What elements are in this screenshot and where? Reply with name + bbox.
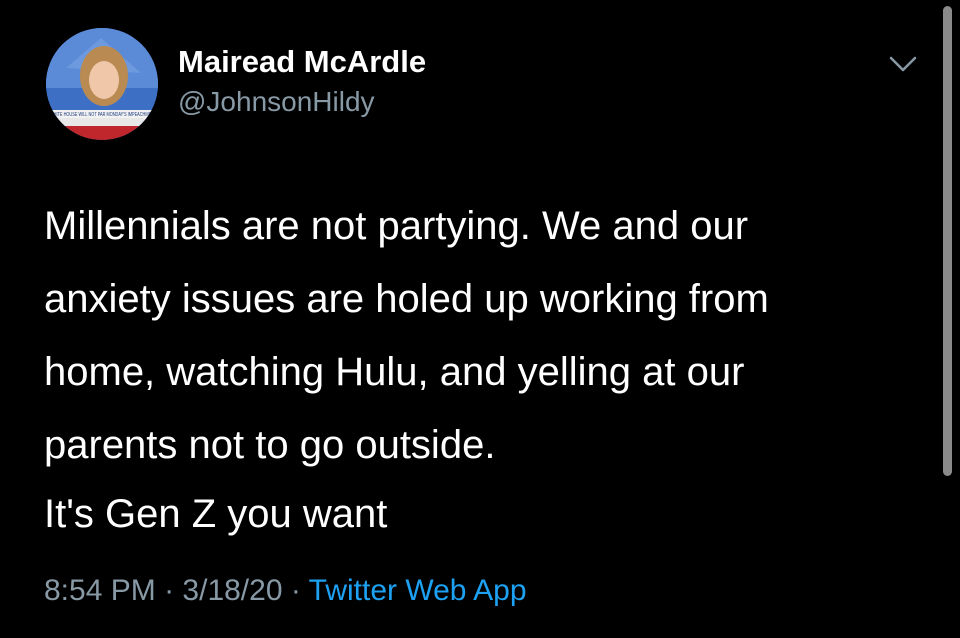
tweet-source-link[interactable]: Twitter Web App: [309, 574, 527, 607]
tweet-body: Millennials are not partying. We and our…: [44, 190, 924, 482]
tweet-date[interactable]: 3/18/20: [182, 574, 282, 607]
tweet-meta: 8:54 PM · 3/18/20 · Twitter Web App: [44, 574, 527, 608]
tweet-body-line: Millennials are not partying. We and our: [44, 204, 749, 248]
meta-separator: ·: [290, 574, 301, 607]
tweet-body-line: anxiety issues are holed up working from: [44, 277, 769, 321]
tweet-body-line: parents not to go outside.: [44, 423, 496, 467]
avatar-image: WHITE HOUSE WILL NOT PAR MONDAY'S IMPEAC…: [46, 28, 158, 140]
scrollbar[interactable]: [943, 6, 952, 476]
avatar-caption: WHITE HOUSE WILL NOT PAR MONDAY'S IMPEAC…: [50, 112, 154, 118]
tweet-time[interactable]: 8:54 PM: [44, 574, 156, 607]
avatar[interactable]: WHITE HOUSE WILL NOT PAR MONDAY'S IMPEAC…: [46, 28, 158, 140]
tweet-card: WHITE HOUSE WILL NOT PAR MONDAY'S IMPEAC…: [0, 0, 960, 638]
meta-separator: ·: [164, 574, 175, 607]
tweet-body-line: home, watching Hulu, and yelling at our: [44, 350, 745, 394]
chevron-down-icon[interactable]: [886, 52, 920, 76]
author-handle[interactable]: @JohnsonHildy: [178, 86, 375, 118]
tweet-body-second-paragraph: It's Gen Z you want: [44, 492, 388, 536]
author-name[interactable]: Mairead McArdle: [178, 44, 426, 80]
